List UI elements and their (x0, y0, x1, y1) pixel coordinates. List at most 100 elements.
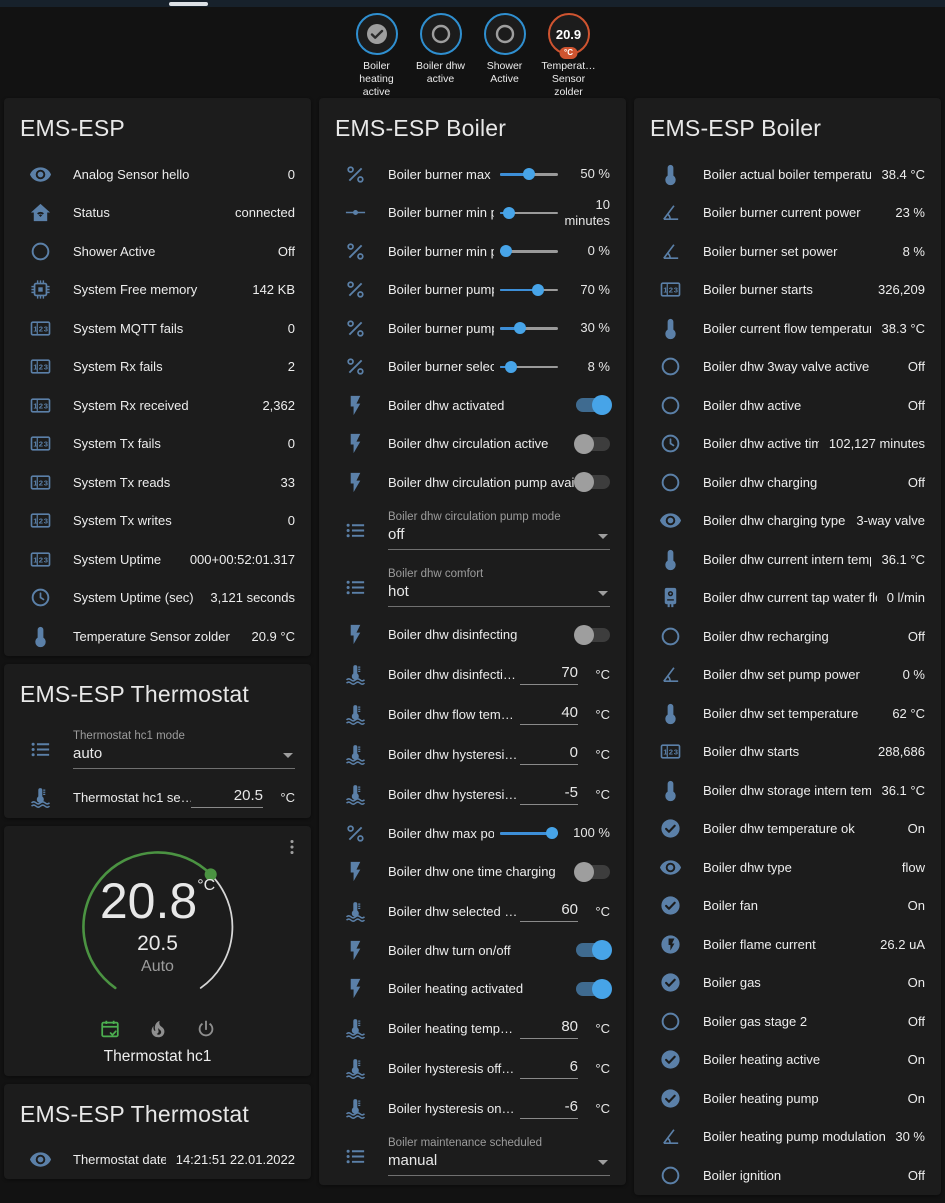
number-input[interactable]: 6 (520, 1058, 578, 1079)
select-control[interactable]: Thermostat hc1 mode auto (73, 730, 295, 769)
slider-thumb[interactable] (503, 207, 515, 219)
card-title: EMS-ESP Thermostat (20, 1084, 295, 1141)
slider-control[interactable] (500, 360, 558, 374)
entity-row[interactable]: Shower ActiveOff (20, 232, 295, 271)
power-icon[interactable] (195, 1018, 217, 1040)
entity-row[interactable]: 123System Tx reads33 (20, 463, 295, 502)
entity-row[interactable]: Boiler dhw 3way valve activeOff (650, 348, 925, 387)
entity-row[interactable]: Boiler burner current power23 % (650, 194, 925, 233)
entity-row[interactable]: Analog Sensor hello0 (20, 155, 295, 194)
slider-thumb[interactable] (523, 168, 535, 180)
slider-thumb[interactable] (500, 245, 512, 257)
toggle-switch[interactable] (576, 865, 610, 879)
toggle-switch[interactable] (576, 437, 610, 451)
entity-row[interactable]: Boiler dhw active time102,127 minutes (650, 425, 925, 464)
entity-row[interactable]: Boiler dhw charging type3-way valve (650, 502, 925, 541)
slider-row: Boiler burner min p…10 minutes (335, 194, 610, 233)
slider-thumb[interactable] (532, 284, 544, 296)
circle-outline-icon (658, 355, 682, 379)
entity-label: Boiler burner pump … (388, 321, 494, 336)
entity-label: Boiler fan (703, 898, 898, 913)
svg-text:2: 2 (668, 286, 672, 295)
svg-text:3: 3 (43, 440, 47, 449)
toggle-switch[interactable] (576, 628, 610, 642)
entity-row[interactable]: Boiler dhw current tap water flow0 l/min (650, 579, 925, 618)
entity-row[interactable]: Statusconnected (20, 194, 295, 233)
entity-row[interactable]: 123System Rx fails2 (20, 348, 295, 387)
entity-row[interactable]: Boiler gas stage 2Off (650, 1002, 925, 1041)
select-value: auto (73, 745, 295, 762)
badge[interactable]: Boilerheatingactive (348, 13, 406, 99)
number-input[interactable]: 0 (520, 744, 578, 765)
entity-row[interactable]: Boiler heating pumpOn (650, 1079, 925, 1118)
entity-row[interactable]: 123Boiler burner starts326,209 (650, 271, 925, 310)
number-input[interactable]: -5 (520, 784, 578, 805)
entity-row[interactable]: Boiler heating activeOn (650, 1041, 925, 1080)
entity-row[interactable]: Temperature Sensor zolder20.9 °C (20, 617, 295, 656)
entity-row[interactable]: Boiler dhw activeOff (650, 386, 925, 425)
entity-label: Boiler burner selecte… (388, 359, 494, 374)
calendar-sync-icon[interactable] (99, 1018, 121, 1040)
slider-thumb[interactable] (514, 322, 526, 334)
number-input[interactable]: -6 (520, 1098, 578, 1119)
select-label: Thermostat hc1 mode (73, 730, 295, 742)
select-control[interactable]: Boiler maintenance scheduledmanual (388, 1137, 610, 1176)
toggle-switch[interactable] (576, 398, 610, 412)
entity-row[interactable]: Boiler dhw current intern temperature36.… (650, 540, 925, 579)
entity-row[interactable]: Boiler current flow temperature38.3 °C (650, 309, 925, 348)
select-control[interactable]: Boiler dhw comforthot (388, 568, 610, 607)
entity-row[interactable]: 123System Rx received2,362 (20, 386, 295, 425)
number-input[interactable]: 60 (520, 901, 578, 922)
entity-label: Boiler dhw 3way valve active (703, 359, 898, 374)
slider-thumb[interactable] (546, 827, 558, 839)
entity-row[interactable]: Boiler fanOn (650, 887, 925, 926)
entity-row[interactable]: Thermostat date/time14:21:51 22.01.2022 (20, 1141, 295, 1180)
toggle-switch[interactable] (576, 943, 610, 957)
coolant-thermometer-icon (28, 786, 52, 810)
thermostat-dial[interactable]: 20.8°C 20.5 Auto (60, 838, 256, 1016)
entity-row[interactable]: Boiler dhw typeflow (650, 848, 925, 887)
entity-row[interactable]: Boiler dhw storage intern temperature36.… (650, 771, 925, 810)
entity-row[interactable]: Boiler flame current26.2 uA (650, 925, 925, 964)
number-input[interactable]: 70 (520, 664, 578, 685)
entity-row[interactable]: 123System Tx writes0 (20, 502, 295, 541)
tabs-scrollbar-thumb[interactable] (169, 2, 208, 6)
entity-row[interactable]: 123Boiler dhw starts288,686 (650, 733, 925, 772)
entity-row[interactable]: Boiler dhw set pump power0 % (650, 656, 925, 695)
slider-control[interactable] (500, 826, 558, 840)
badge[interactable]: ShowerActive (476, 13, 534, 86)
slider-control[interactable] (500, 321, 558, 335)
toggle-switch[interactable] (576, 982, 610, 996)
entity-row[interactable]: Boiler dhw set temperature62 °C (650, 694, 925, 733)
slider-thumb[interactable] (505, 361, 517, 373)
slider-control[interactable] (500, 244, 558, 258)
badge[interactable]: Boiler dhwactive (412, 13, 470, 86)
fire-icon[interactable] (147, 1018, 169, 1040)
slider-control[interactable] (500, 206, 558, 220)
dots-vertical-icon[interactable] (281, 836, 305, 860)
entity-row[interactable]: Boiler dhw rechargingOff (650, 617, 925, 656)
entity-row[interactable]: Boiler dhw temperature okOn (650, 810, 925, 849)
entity-row[interactable]: System Uptime (sec)3,121 seconds (20, 579, 295, 618)
entity-row[interactable]: Boiler actual boiler temperature38.4 °C (650, 155, 925, 194)
badge[interactable]: 20.9 °C Temperat…Sensorzolder (540, 13, 598, 99)
number-input[interactable]: 40 (520, 704, 578, 725)
slider-control[interactable] (500, 283, 558, 297)
entity-label: Boiler burner set power (703, 244, 893, 259)
select-control[interactable]: Boiler dhw circulation pump modeoff (388, 511, 610, 550)
entity-row[interactable]: Boiler gasOn (650, 964, 925, 1003)
entity-row[interactable]: 123System Uptime000+00:52:01.317 (20, 540, 295, 579)
entity-row[interactable]: Boiler burner set power8 % (650, 232, 925, 271)
slider-control[interactable] (500, 167, 558, 181)
entity-row[interactable]: Boiler dhw chargingOff (650, 463, 925, 502)
toggle-switch[interactable] (576, 475, 610, 489)
number-input[interactable]: 80 (520, 1018, 578, 1039)
entity-row[interactable]: 123System Tx fails0 (20, 425, 295, 464)
entity-row[interactable]: System Free memory142 KB (20, 271, 295, 310)
badge-circle (420, 13, 462, 55)
entity-row[interactable]: Boiler heating pump modulation30 % (650, 1118, 925, 1157)
entity-row[interactable]: 123System MQTT fails0 (20, 309, 295, 348)
entity-label: Boiler heating active (703, 1052, 898, 1067)
entity-row[interactable]: Boiler ignitionOff (650, 1156, 925, 1195)
number-input[interactable]: 20.5 (191, 787, 263, 808)
